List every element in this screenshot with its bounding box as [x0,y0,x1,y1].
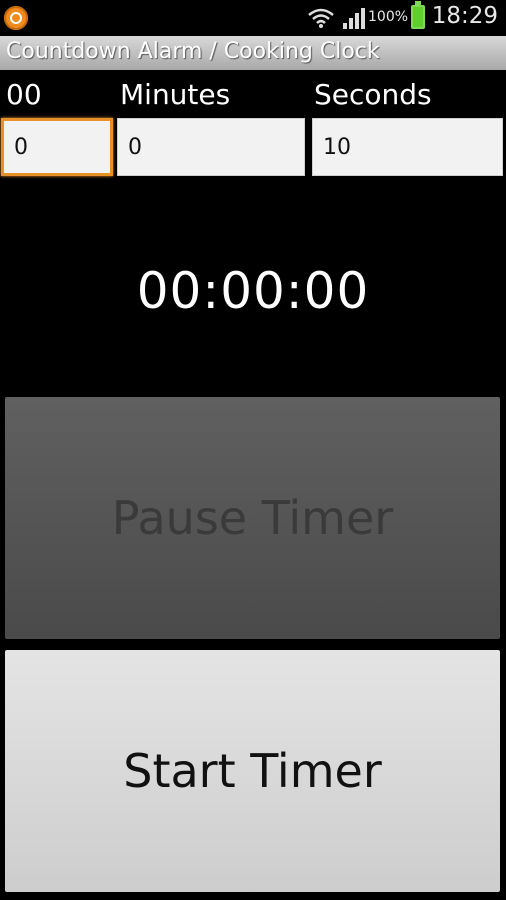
app-title: Countdown Alarm / Cooking Clock [6,39,380,64]
pause-timer-button[interactable]: Pause Timer [5,397,500,639]
wifi-icon [308,8,334,28]
hours-input[interactable] [1,118,113,176]
app-notification-icon [4,6,28,30]
seconds-input[interactable] [312,118,503,176]
status-clock: 18:29 [431,3,498,29]
start-timer-button[interactable]: Start Timer [5,650,500,892]
battery-percent: 100% [368,9,409,25]
hours-label: 00 [6,78,42,111]
seconds-label: Seconds [314,78,432,111]
minutes-label: Minutes [120,78,231,111]
countdown-display: 00:00:00 [136,262,370,320]
title-bar: Countdown Alarm / Cooking Clock [0,36,506,70]
minutes-input[interactable] [117,118,305,176]
signal-icon [343,8,365,29]
battery-icon [411,1,425,29]
status-bar: 100% 18:29 [0,0,506,36]
